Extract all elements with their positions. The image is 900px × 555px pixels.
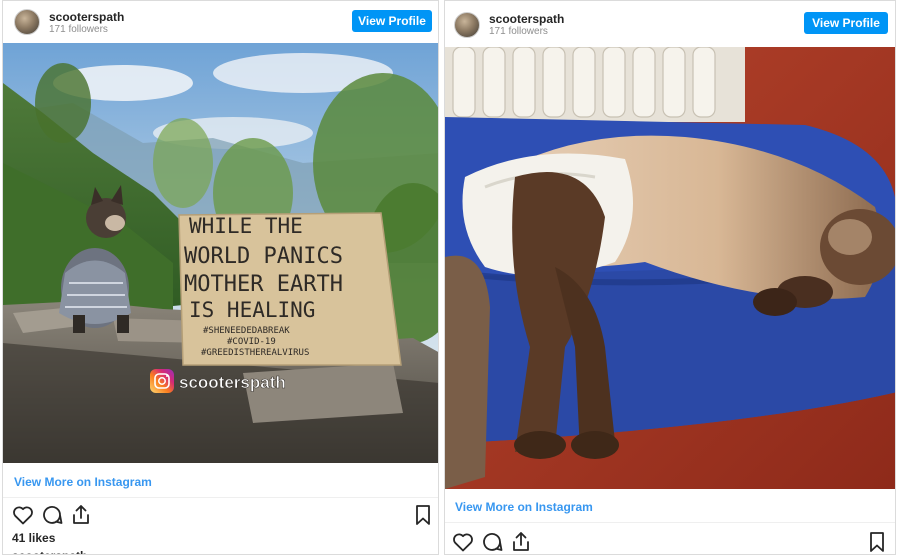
view-profile-button[interactable]: View Profile — [804, 12, 888, 34]
post-photo-cat-on-cushion[interactable] — [445, 47, 895, 489]
post-header: scooterspath 171 followers View Profile — [445, 1, 895, 43]
username[interactable]: scooterspath — [489, 12, 564, 26]
post-photo-cat-with-sign[interactable]: WHILE THE WORLD PANICS MOTHER EARTH IS H… — [3, 43, 438, 463]
instagram-embed-left: scooterspath 171 followers View Profile — [2, 0, 439, 555]
cardboard-sign: WHILE THE WORLD PANICS MOTHER EARTH IS H… — [178, 212, 402, 366]
post-header: scooterspath 171 followers View Profile — [3, 1, 438, 43]
divider — [3, 497, 438, 498]
divider — [445, 522, 895, 523]
comment-icon[interactable] — [40, 503, 64, 527]
view-more-link[interactable]: View More on Instagram — [14, 475, 152, 489]
bookmark-icon[interactable] — [411, 503, 435, 527]
heart-icon[interactable] — [11, 503, 35, 527]
watermark-text: scooterspath — [179, 373, 286, 392]
sign-line-1: WHILE THE — [189, 214, 303, 238]
sign-line-2: WORLD PANICS — [184, 244, 343, 269]
comment-icon[interactable] — [480, 530, 504, 554]
follower-count: 171 followers — [49, 24, 108, 35]
sign-line-3: MOTHER EARTH — [184, 272, 343, 297]
share-icon[interactable] — [509, 530, 533, 554]
instagram-logo-icon — [150, 369, 174, 393]
view-profile-button[interactable]: View Profile — [352, 10, 432, 32]
view-more-link[interactable]: View More on Instagram — [455, 500, 593, 514]
username[interactable]: scooterspath — [49, 10, 124, 24]
hashtag-3: #GREEDISTHEREALVIRUS — [201, 348, 309, 358]
sign-line-4: IS HEALING — [189, 298, 315, 322]
instagram-watermark: scooterspath — [150, 369, 286, 393]
avatar[interactable] — [14, 9, 40, 35]
like-count[interactable]: 41 likes — [12, 531, 55, 545]
photo-illustration: WHILE THE WORLD PANICS MOTHER EARTH IS H… — [3, 43, 438, 463]
instagram-embed-right: scooterspath 171 followers View Profile — [444, 0, 896, 555]
avatar[interactable] — [454, 12, 480, 38]
share-icon[interactable] — [69, 503, 93, 527]
hashtag-2: #COVID-19 — [227, 337, 276, 347]
hashtag-1: #SHENEEDEDABREAK — [203, 326, 290, 336]
bookmark-icon[interactable] — [865, 530, 889, 554]
caption-username[interactable]: scooterspath — [12, 549, 87, 554]
photo-illustration — [445, 47, 895, 489]
heart-icon[interactable] — [451, 530, 475, 554]
follower-count: 171 followers — [489, 26, 548, 37]
